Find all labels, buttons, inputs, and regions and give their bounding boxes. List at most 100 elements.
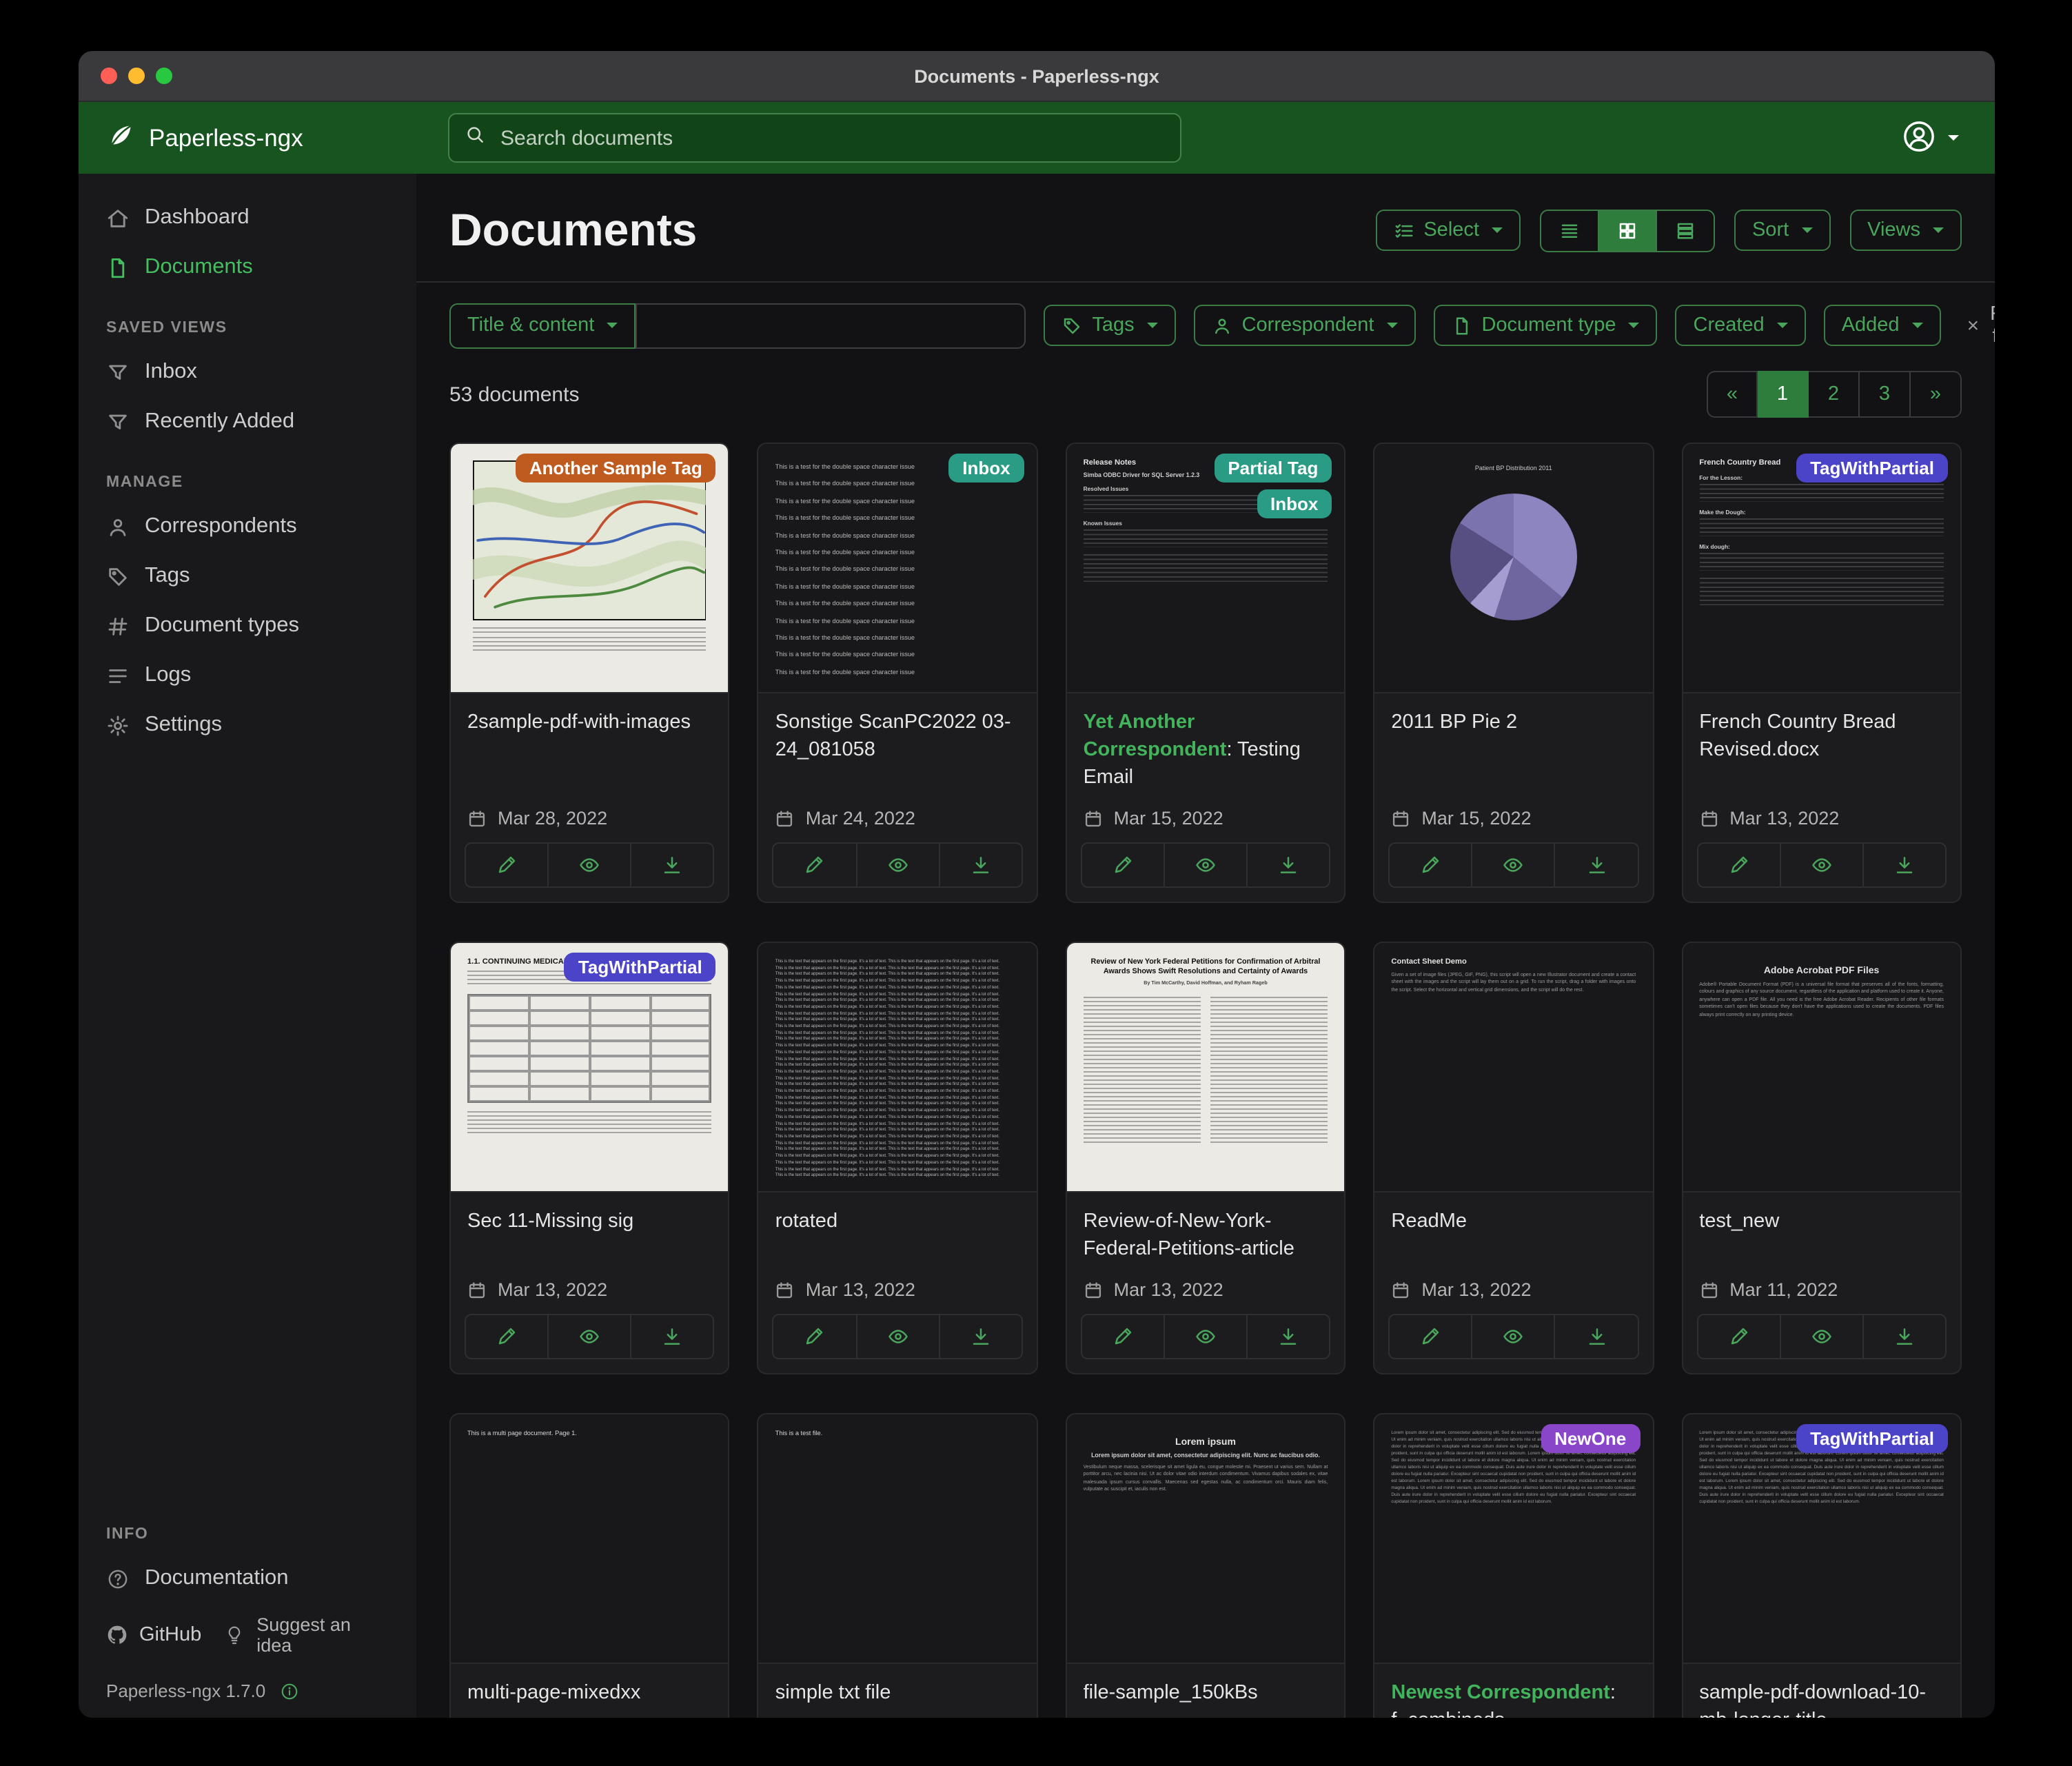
document-card[interactable]: 1.1. CONTINUING MEDICAL EDUCATIONTagWith… bbox=[449, 942, 730, 1374]
document-card[interactable]: Another Sample Tag2sample-pdf-with-image… bbox=[449, 443, 730, 903]
correspondent-filter-button[interactable]: Correspondent bbox=[1194, 305, 1416, 346]
document-card[interactable]: Adobe Acrobat PDF FilesAdobe® Portable D… bbox=[1681, 942, 1962, 1374]
view-button[interactable] bbox=[547, 1315, 630, 1358]
document-title[interactable]: 2sample-pdf-with-images bbox=[467, 709, 712, 736]
github-link[interactable]: GitHub bbox=[106, 1624, 201, 1646]
document-thumbnail[interactable]: Review of New York Federal Petitions for… bbox=[1067, 943, 1345, 1192]
sidebar-item-documentation[interactable]: Documentation bbox=[79, 1554, 416, 1603]
document-thumbnail[interactable]: This is a multi page document. Page 1. bbox=[451, 1414, 729, 1664]
document-title[interactable]: multi-page-mixedxx bbox=[467, 1679, 712, 1707]
document-title[interactable]: Review-of-New-York-Federal-Petitions-art… bbox=[1084, 1208, 1328, 1263]
tag-badge[interactable]: Inbox bbox=[1257, 489, 1332, 518]
document-correspondent[interactable]: Newest Correspondent bbox=[1391, 1682, 1609, 1704]
title-content-dropdown[interactable]: Title & content bbox=[449, 303, 636, 348]
document-thumbnail[interactable]: Lorem ipsum dolor sit amet, consectetur … bbox=[1683, 1414, 1960, 1664]
download-button[interactable] bbox=[1554, 1315, 1637, 1358]
document-thumbnail[interactable]: Patient BP Distribution 2011 bbox=[1374, 444, 1652, 693]
document-title[interactable]: file-sample_150kBs bbox=[1084, 1679, 1328, 1707]
tags-filter-button[interactable]: Tags bbox=[1044, 305, 1175, 346]
download-button[interactable] bbox=[631, 844, 713, 886]
sidebar-item-correspondents[interactable]: Correspondents bbox=[79, 502, 416, 551]
document-card[interactable]: Lorem ipsum dolor sit amet, consectetur … bbox=[1373, 1413, 1654, 1718]
document-card[interactable]: Release NotesSimba ODBC Driver for SQL S… bbox=[1066, 443, 1346, 903]
edit-button[interactable] bbox=[1082, 844, 1164, 886]
pagination-page-2[interactable]: 2 bbox=[1809, 371, 1860, 418]
document-thumbnail[interactable]: Contact Sheet DemoGiven a set of image f… bbox=[1374, 943, 1652, 1192]
pagination-next-button[interactable]: » bbox=[1911, 371, 1962, 418]
download-button[interactable] bbox=[1246, 1315, 1329, 1358]
edit-button[interactable] bbox=[1698, 844, 1779, 886]
document-thumbnail[interactable]: Lorem ipsum dolor sit amet, consectetur … bbox=[1374, 1414, 1652, 1664]
document-type-filter-button[interactable]: Document type bbox=[1433, 305, 1657, 346]
edit-button[interactable] bbox=[1390, 1315, 1471, 1358]
sidebar-item-recently-added[interactable]: Recently Added bbox=[79, 397, 416, 447]
document-title[interactable]: Newest Correspondent: f_combineds bbox=[1391, 1679, 1636, 1718]
created-filter-button[interactable]: Created bbox=[1676, 305, 1806, 346]
view-button[interactable] bbox=[1472, 844, 1554, 886]
tag-badge[interactable]: Inbox bbox=[948, 454, 1024, 483]
sidebar-item-inbox[interactable]: Inbox bbox=[79, 347, 416, 397]
document-thumbnail[interactable]: This is the text that appears on the fir… bbox=[759, 943, 1037, 1192]
view-button[interactable] bbox=[1164, 1315, 1246, 1358]
document-card[interactable]: This is the text that appears on the fir… bbox=[758, 942, 1038, 1374]
download-button[interactable] bbox=[1554, 844, 1637, 886]
detail-view-button[interactable] bbox=[1656, 210, 1714, 250]
document-title[interactable]: test_new bbox=[1699, 1208, 1944, 1235]
tag-badge[interactable]: NewOne bbox=[1541, 1424, 1640, 1453]
document-title[interactable]: 2011 BP Pie 2 bbox=[1391, 709, 1636, 736]
document-thumbnail[interactable]: 1.1. CONTINUING MEDICAL EDUCATIONTagWith… bbox=[451, 943, 729, 1192]
tag-badge[interactable]: Partial Tag bbox=[1214, 454, 1332, 483]
sidebar-item-documents[interactable]: Documents bbox=[79, 243, 416, 292]
document-card[interactable]: Patient BP Distribution 2011 2011 BP Pie … bbox=[1373, 443, 1654, 903]
document-thumbnail[interactable]: This is a test file. bbox=[759, 1414, 1037, 1664]
download-button[interactable] bbox=[1862, 844, 1945, 886]
edit-button[interactable] bbox=[1082, 1315, 1164, 1358]
download-button[interactable] bbox=[938, 844, 1021, 886]
list-view-button[interactable] bbox=[1541, 210, 1598, 250]
zoom-window-button[interactable] bbox=[156, 68, 172, 84]
document-card[interactable]: This is a multi page document. Page 1. mu… bbox=[449, 1413, 730, 1718]
document-card[interactable]: This is a test for the double space char… bbox=[758, 443, 1038, 903]
title-content-input[interactable] bbox=[636, 303, 1026, 348]
edit-button[interactable] bbox=[774, 1315, 855, 1358]
tag-badge[interactable]: TagWithPartial bbox=[1796, 1424, 1948, 1453]
view-button[interactable] bbox=[855, 844, 938, 886]
sort-button[interactable]: Sort bbox=[1734, 210, 1830, 251]
app-brand[interactable]: Paperless-ngx bbox=[106, 119, 448, 156]
search-input[interactable] bbox=[498, 125, 1165, 151]
views-button[interactable]: Views bbox=[1849, 210, 1962, 251]
document-card[interactable]: Lorem ipsum dolor sit amet, consectetur … bbox=[1681, 1413, 1962, 1718]
reset-filters-button[interactable]: × Reset filters bbox=[1959, 302, 1995, 349]
view-button[interactable] bbox=[1779, 1315, 1862, 1358]
view-button[interactable] bbox=[1472, 1315, 1554, 1358]
document-card[interactable]: Contact Sheet DemoGiven a set of image f… bbox=[1373, 942, 1654, 1374]
edit-button[interactable] bbox=[774, 844, 855, 886]
document-correspondent[interactable]: Yet Another Correspondent bbox=[1084, 711, 1227, 761]
sidebar-item-tags[interactable]: Tags bbox=[79, 551, 416, 601]
download-button[interactable] bbox=[631, 1315, 713, 1358]
view-button[interactable] bbox=[1164, 844, 1246, 886]
edit-button[interactable] bbox=[466, 1315, 547, 1358]
document-card[interactable]: French Country BreadFor the Lesson:Make … bbox=[1681, 443, 1962, 903]
document-thumbnail[interactable]: Lorem ipsumLorem ipsum dolor sit amet, c… bbox=[1067, 1414, 1345, 1664]
grid-view-button[interactable] bbox=[1598, 210, 1656, 250]
pagination-prev-button[interactable]: « bbox=[1707, 371, 1758, 418]
document-title[interactable]: Sonstige ScanPC2022 03-24_081058 bbox=[775, 709, 1020, 764]
global-search[interactable] bbox=[448, 113, 1181, 163]
sidebar-item-dashboard[interactable]: Dashboard bbox=[79, 193, 416, 243]
document-thumbnail[interactable]: French Country BreadFor the Lesson:Make … bbox=[1683, 444, 1960, 693]
pagination-page-1[interactable]: 1 bbox=[1758, 371, 1809, 418]
tag-badge[interactable]: TagWithPartial bbox=[565, 953, 716, 982]
sidebar-item-document-types[interactable]: Document types bbox=[79, 601, 416, 651]
close-window-button[interactable] bbox=[101, 68, 117, 84]
pagination-page-3[interactable]: 3 bbox=[1860, 371, 1911, 418]
view-button[interactable] bbox=[855, 1315, 938, 1358]
document-thumbnail[interactable]: Release NotesSimba ODBC Driver for SQL S… bbox=[1067, 444, 1345, 693]
edit-button[interactable] bbox=[1390, 844, 1471, 886]
download-button[interactable] bbox=[1862, 1315, 1945, 1358]
document-title[interactable]: simple txt file bbox=[775, 1679, 1020, 1707]
document-thumbnail[interactable]: Adobe Acrobat PDF FilesAdobe® Portable D… bbox=[1683, 943, 1960, 1192]
document-title[interactable]: ReadMe bbox=[1391, 1208, 1636, 1235]
select-button[interactable]: Select bbox=[1375, 210, 1521, 251]
download-button[interactable] bbox=[1246, 844, 1329, 886]
